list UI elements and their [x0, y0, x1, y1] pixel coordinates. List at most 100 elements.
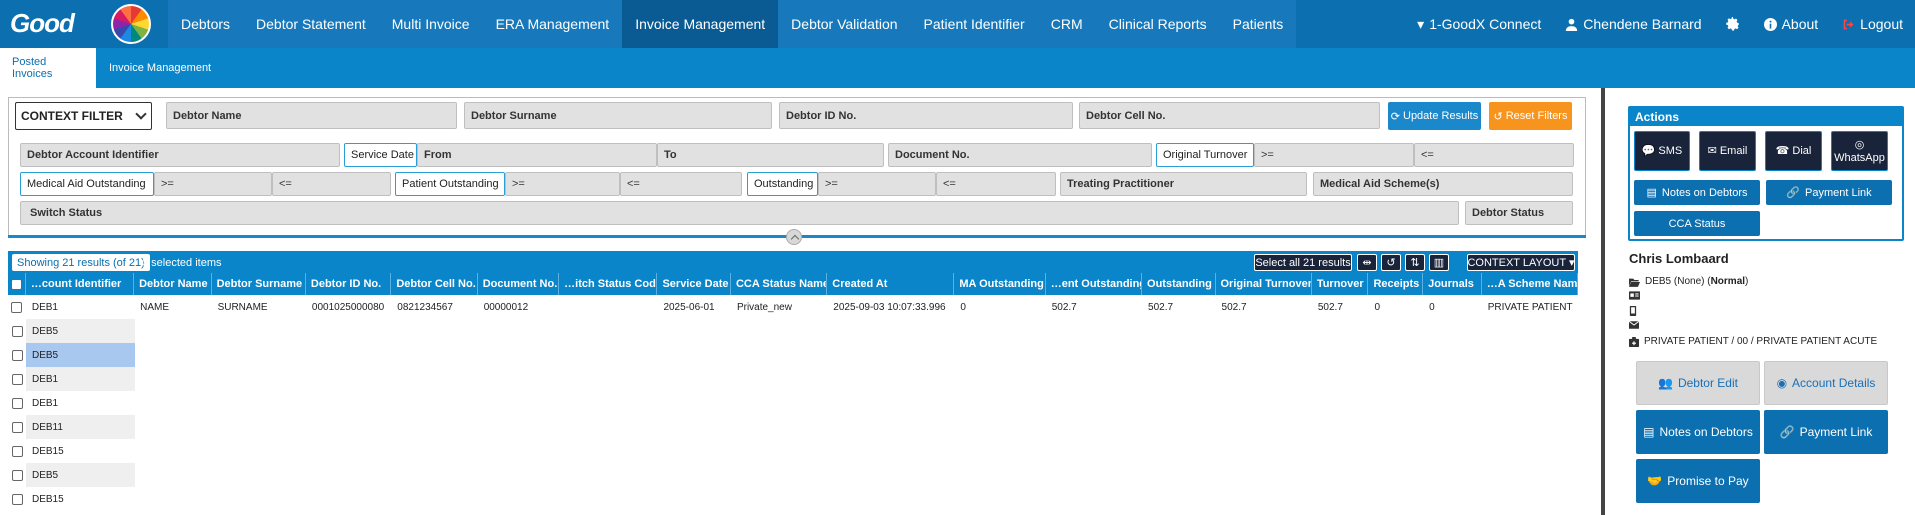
- medical-aid-schemes-filter[interactable]: Medical Aid Scheme(s): [1313, 172, 1573, 196]
- nav-clinical-reports[interactable]: Clinical Reports: [1095, 0, 1220, 48]
- reset-filters-button[interactable]: ↺ Reset Filters: [1489, 102, 1572, 130]
- checkbox[interactable]: [10, 278, 22, 290]
- col-journals[interactable]: Journals: [1423, 273, 1482, 295]
- collapse-filters-button[interactable]: [786, 229, 802, 245]
- fit-columns-icon[interactable]: ⇹: [1357, 254, 1377, 271]
- reset-icon[interactable]: ↺: [1381, 254, 1401, 271]
- notes-on-debtors-button[interactable]: ▤ Notes on Debtors: [1634, 180, 1760, 205]
- checkbox[interactable]: [11, 421, 23, 433]
- patient-outstanding-lte[interactable]: <=: [620, 172, 742, 196]
- settings-button[interactable]: [1714, 17, 1752, 31]
- connect-dropdown[interactable]: ▾ 1-GoodX Connect: [1405, 16, 1553, 33]
- checkbox[interactable]: [11, 373, 23, 385]
- checkbox[interactable]: [11, 349, 23, 361]
- columns-icon[interactable]: ▥: [1429, 254, 1449, 271]
- table-row[interactable]: DEB5: [8, 463, 1578, 487]
- cca-status-button[interactable]: CCA Status: [1634, 211, 1760, 236]
- row-checkbox[interactable]: [8, 463, 26, 487]
- row-checkbox[interactable]: [8, 391, 26, 415]
- nav-patients[interactable]: Patients: [1219, 0, 1297, 48]
- service-date-from[interactable]: From: [417, 143, 657, 167]
- debtor-name-filter[interactable]: Debtor Name: [166, 102, 457, 129]
- checkbox[interactable]: [11, 469, 23, 481]
- panel-splitter[interactable]: [1601, 88, 1605, 515]
- payment-link-button[interactable]: 🔗 Payment Link: [1766, 180, 1892, 205]
- user-menu[interactable]: Chendene Barnard: [1553, 16, 1713, 32]
- table-row[interactable]: DEB1: [8, 391, 1578, 415]
- promise-to-pay-button[interactable]: 🤝 Promise to Pay: [1636, 459, 1760, 503]
- col-cca-status-name[interactable]: CCA Status Name: [731, 273, 828, 295]
- row-checkbox[interactable]: [8, 319, 26, 343]
- outstanding-lte[interactable]: <=: [936, 172, 1056, 196]
- row-checkbox[interactable]: [8, 367, 26, 391]
- whatsapp-button[interactable]: ◎ WhatsApp: [1831, 131, 1888, 171]
- row-checkbox[interactable]: [8, 343, 26, 367]
- col-ma-outstanding[interactable]: MA Outstanding: [954, 273, 1046, 295]
- debtor-status-filter[interactable]: Debtor Status: [1465, 201, 1573, 225]
- col-debtor-surname[interactable]: Debtor Surname: [212, 273, 306, 295]
- table-row[interactable]: DEB1: [8, 367, 1578, 391]
- table-row[interactable]: DEB5: [8, 319, 1578, 343]
- patient-outstanding-gte[interactable]: >=: [505, 172, 620, 196]
- debtor-edit-button[interactable]: 👥 Debtor Edit: [1636, 361, 1760, 405]
- tab-posted-invoices[interactable]: Posted Invoices: [0, 48, 96, 88]
- sort-icon[interactable]: ⇅: [1405, 254, 1425, 271]
- account-details-button[interactable]: ◉ Account Details: [1764, 361, 1888, 405]
- row-checkbox[interactable]: [8, 439, 26, 463]
- checkbox[interactable]: [11, 397, 23, 409]
- document-no-filter[interactable]: Document No.: [888, 143, 1152, 167]
- context-filter-select[interactable]: CONTEXT FILTER: [15, 102, 152, 130]
- nav-multi-invoice[interactable]: Multi Invoice: [378, 0, 483, 48]
- row-checkbox[interactable]: [8, 415, 26, 439]
- col-debtor-cell[interactable]: Debtor Cell No.: [391, 273, 478, 295]
- service-date-to[interactable]: To: [657, 143, 884, 167]
- table-row[interactable]: DEB15: [8, 439, 1578, 463]
- col-account-identifier[interactable]: …count Identifier: [26, 273, 135, 295]
- col-document-no[interactable]: Document No.: [478, 273, 560, 295]
- debtor-surname-filter[interactable]: Debtor Surname: [464, 102, 772, 129]
- col-debtor-name[interactable]: Debtor Name: [134, 273, 212, 295]
- tab-invoice-management[interactable]: Invoice Management: [97, 48, 223, 88]
- outstanding-gte[interactable]: >=: [818, 172, 936, 196]
- nav-patient-identifier[interactable]: Patient Identifier: [910, 0, 1038, 48]
- nav-debtors[interactable]: Debtors: [168, 0, 244, 48]
- nav-debtor-statement[interactable]: Debtor Statement: [243, 0, 379, 48]
- treating-practitioner-filter[interactable]: Treating Practitioner: [1060, 172, 1307, 196]
- nav-invoice-management[interactable]: Invoice Management: [622, 0, 779, 48]
- original-turnover-lte[interactable]: <=: [1414, 143, 1574, 167]
- col-service-date[interactable]: Service Date: [657, 273, 731, 295]
- switch-status-filter[interactable]: Switch Status: [20, 201, 1459, 225]
- debtor-id-filter[interactable]: Debtor ID No.: [779, 102, 1073, 129]
- nav-crm[interactable]: CRM: [1037, 0, 1096, 48]
- col-created-at[interactable]: Created At: [827, 273, 955, 295]
- context-layout-button[interactable]: CONTEXT LAYOUT ▾: [1467, 254, 1575, 271]
- checkbox[interactable]: [11, 493, 23, 505]
- email-button[interactable]: ✉ Email: [1699, 131, 1756, 171]
- table-row[interactable]: DEB11: [8, 415, 1578, 439]
- dial-button[interactable]: ☎ Dial: [1765, 131, 1822, 171]
- col-debtor-id[interactable]: Debtor ID No.: [306, 273, 392, 295]
- original-turnover-gte[interactable]: >=: [1254, 143, 1414, 167]
- select-all-checkbox[interactable]: [8, 273, 26, 295]
- update-results-button[interactable]: ⟳ Update Results: [1388, 102, 1481, 130]
- sms-button[interactable]: 💬 SMS: [1634, 131, 1690, 171]
- col-scheme-name[interactable]: …A Scheme Name: [1482, 273, 1578, 295]
- checkbox[interactable]: [11, 325, 23, 337]
- debtor-cell-filter[interactable]: Debtor Cell No.: [1079, 102, 1380, 129]
- col-outstanding[interactable]: Outstanding: [1142, 273, 1216, 295]
- checkbox[interactable]: [11, 445, 23, 457]
- ma-outstanding-lte[interactable]: <=: [272, 172, 391, 196]
- col-patient-outstanding[interactable]: …ent Outstanding: [1046, 273, 1143, 295]
- notes-on-debtors-button-2[interactable]: ▤ Notes on Debtors: [1636, 410, 1760, 454]
- select-all-button[interactable]: Select all 21 results: [1254, 254, 1352, 271]
- table-row[interactable]: DEB1 NAME SURNAME 0001025000080 08212345…: [8, 295, 1578, 319]
- payment-link-button-2[interactable]: 🔗 Payment Link: [1764, 410, 1888, 454]
- nav-debtor-validation[interactable]: Debtor Validation: [778, 0, 911, 48]
- logout-link[interactable]: Logout: [1830, 16, 1915, 32]
- row-checkbox[interactable]: [8, 295, 26, 319]
- col-original-turnover[interactable]: Original Turnover: [1216, 273, 1312, 295]
- account-identifier-filter[interactable]: Debtor Account Identifier: [20, 143, 340, 167]
- table-row[interactable]: DEB5: [8, 343, 1578, 367]
- col-switch-status-code[interactable]: …itch Status Code: [559, 273, 658, 295]
- about-link[interactable]: About: [1752, 16, 1831, 32]
